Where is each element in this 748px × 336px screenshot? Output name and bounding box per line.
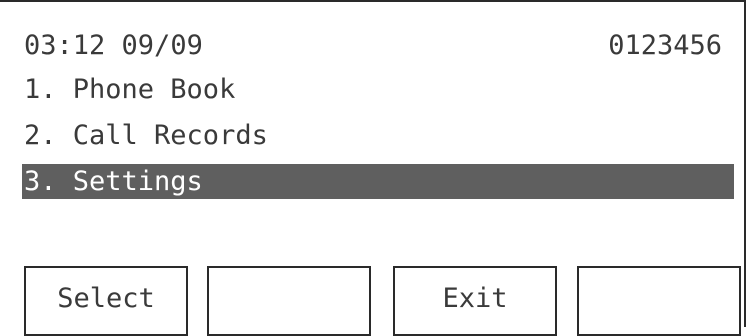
phone-number-text: 0123456 — [608, 30, 722, 61]
menu-item-settings-selected[interactable]: 3. Settings — [22, 164, 734, 199]
menu-item-call-records[interactable]: 2. Call Records — [24, 117, 744, 155]
time-text: 03:12 — [24, 30, 106, 61]
status-bar: 03:12 09/09 0123456 — [24, 26, 722, 66]
softkey-4-blank[interactable] — [577, 266, 741, 336]
exit-softkey[interactable]: Exit — [393, 266, 557, 336]
menu-item-phone-book[interactable]: 1. Phone Book — [24, 71, 744, 109]
date-text: 09/09 — [121, 30, 203, 61]
phone-lcd-screen: 03:12 09/09 0123456 1. Phone Book 2. Cal… — [0, 0, 746, 336]
select-softkey[interactable]: Select — [24, 266, 188, 336]
softkey-2-blank[interactable] — [207, 266, 371, 336]
datetime-readout: 03:12 09/09 — [24, 26, 203, 66]
